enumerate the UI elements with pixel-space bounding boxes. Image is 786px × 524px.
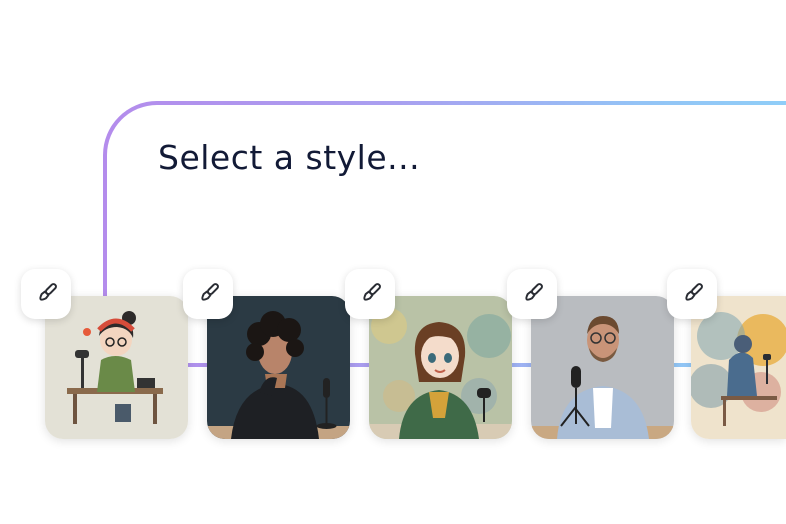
style-option-cartoon[interactable] [45, 296, 188, 439]
anime-girl-image [369, 296, 512, 439]
style-badge-cartoon[interactable] [21, 269, 71, 319]
cartoon-podcaster-image [45, 296, 188, 439]
style-option-photo-man[interactable] [531, 296, 674, 439]
style-option-anime[interactable] [369, 296, 512, 439]
select-style-prompt: Select a style... [158, 138, 421, 177]
style-badge-watercolor[interactable] [667, 269, 717, 319]
style-badge-anime[interactable] [345, 269, 395, 319]
paintbrush-icon [39, 283, 57, 301]
style-badge-photo-man[interactable] [507, 269, 557, 319]
paintbrush-icon [525, 283, 543, 301]
style-option-photo-woman[interactable] [207, 296, 350, 439]
photo-woman-image [207, 296, 350, 439]
style-badge-photo-woman[interactable] [183, 269, 233, 319]
photo-man-image [531, 296, 674, 439]
paintbrush-icon [685, 283, 703, 301]
paintbrush-icon [363, 283, 381, 301]
paintbrush-icon [201, 283, 219, 301]
